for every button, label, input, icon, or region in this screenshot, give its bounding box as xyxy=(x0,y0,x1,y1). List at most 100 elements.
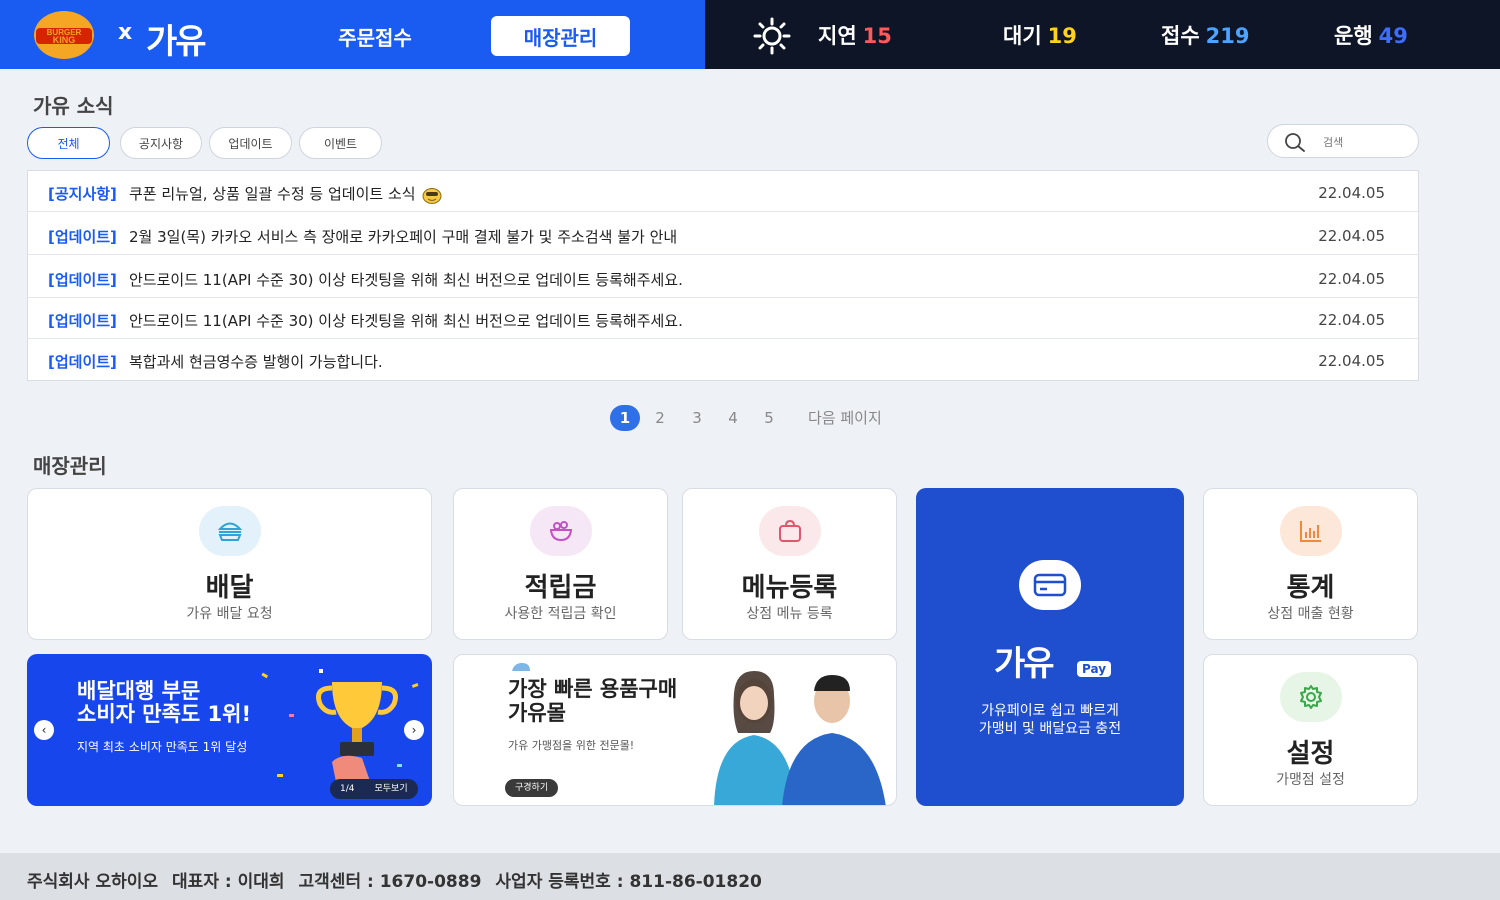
news-item[interactable]: [업데이트] 2월 3일(목) 카카오 서비스 측 장애로 카카오페이 구매 결… xyxy=(28,214,1418,255)
stats-card[interactable]: 통계 상점 매출 현황 xyxy=(1203,488,1418,640)
page-3[interactable]: 3 xyxy=(682,405,712,431)
banner-prev-button[interactable]: ‹ xyxy=(34,720,54,740)
card-title: 배달 xyxy=(205,573,254,603)
gayu-logo: 가유 xyxy=(146,22,207,62)
burger-king-logo: BURGER KING xyxy=(34,11,94,59)
banner-subtitle: 가유 가맹점을 위한 전문몰! xyxy=(508,739,635,752)
filter-notice[interactable]: 공지사항 xyxy=(120,127,202,159)
news-tag: [업데이트] xyxy=(48,228,117,246)
header-brand-area: BURGER KING x 가유 주문접수 매장관리 xyxy=(0,0,705,69)
news-item[interactable]: [업데이트] 안드로이드 11(API 수준 30) 이상 타겟팅을 위해 최신… xyxy=(28,298,1418,339)
footer: 주식회사 오하이오 대표자 : 이대희 고객센터 : 1670-0889 사업자 등록… xyxy=(0,853,1500,900)
banner-next-button[interactable]: › xyxy=(404,720,424,740)
nav-store-tab[interactable]: 매장관리 xyxy=(491,16,630,56)
news-item[interactable]: [업데이트] 복합과세 현금영수증 발행이 가능합니다. 22.04.05 xyxy=(28,339,1418,380)
card-title: 통계 xyxy=(1286,573,1335,603)
page-1[interactable]: 1 xyxy=(610,405,640,431)
view-all-link[interactable]: 모두보기 xyxy=(374,784,407,794)
news-item[interactable]: [공지사항] 쿠폰 리뉴얼, 상품 일괄 수정 등 업데이트 소식 22.04.… xyxy=(28,171,1418,212)
search-box[interactable] xyxy=(1267,124,1419,158)
news-tag: [공지사항] xyxy=(48,185,117,203)
card-title: 메뉴등록 xyxy=(741,573,838,603)
banner-title: 가장 빠른 용품구매 가유몰 xyxy=(508,677,677,725)
pagination: 1 2 3 4 5 다음 페이지 xyxy=(0,405,1500,431)
card-subtitle: 가유 배달 요청 xyxy=(186,606,273,622)
support-phone: 고객센터 : 1670-0889 xyxy=(298,872,482,892)
stat-label: 지연 xyxy=(818,24,857,48)
news-title: 안드로이드 11(API 수준 30) 이상 타겟팅을 위해 최신 버전으로 업… xyxy=(129,312,683,330)
stat-label: 접수 xyxy=(1161,24,1200,48)
stat-value: 49 xyxy=(1378,24,1408,48)
news-date: 22.04.05 xyxy=(1318,311,1385,329)
chart-icon xyxy=(1279,506,1342,556)
card-title: 설정 xyxy=(1286,739,1335,769)
banner-counter[interactable]: 1/4 모두보기 xyxy=(330,779,418,799)
settings-card[interactable]: 설정 가맹점 설정 xyxy=(1203,654,1418,806)
delivery-card[interactable]: 배달 가유 배달 요청 xyxy=(27,488,432,640)
next-page-link[interactable]: 다음 페이지 xyxy=(808,405,882,431)
pay-badge: Pay xyxy=(1077,661,1112,677)
burger-icon xyxy=(198,506,261,556)
menu-card[interactable]: 메뉴등록 상점 메뉴 등록 xyxy=(682,488,897,640)
gayu-pay-card[interactable]: 가유 Pay 가유페이로 쉽고 빠르게 가맹비 및 배달요금 충전 xyxy=(916,488,1184,806)
banner-title-line-2: 소비자 만족도 1위! xyxy=(77,702,252,726)
points-card[interactable]: 적립금 사용한 적립금 확인 xyxy=(453,488,668,640)
banner-title-line-1: 배달대행 부문 xyxy=(77,679,201,703)
banner-page-indicator: 1/4 xyxy=(340,784,355,794)
news-date: 22.04.05 xyxy=(1318,184,1385,202)
stat-label: 운행 xyxy=(1334,24,1373,48)
search-input[interactable] xyxy=(1323,132,1403,152)
news-title: 복합과세 현금영수증 발행이 가능합니다. xyxy=(129,353,383,371)
page-4[interactable]: 4 xyxy=(718,405,748,431)
gear-icon xyxy=(1279,672,1342,722)
browse-button[interactable]: 구경하기 xyxy=(505,779,559,797)
stat-value: 15 xyxy=(862,24,892,48)
news-title: 안드로이드 11(API 수준 30) 이상 타겟팅을 위해 최신 버전으로 업… xyxy=(129,271,683,289)
banner-subtitle: 지역 최초 소비자 만족도 1위 달성 xyxy=(77,740,248,754)
news-title: 쿠폰 리뉴얼, 상품 일괄 수정 등 업데이트 소식 xyxy=(129,183,442,204)
footer-info: 주식회사 오하이오 대표자 : 이대희 고객센터 : 1670-0889 사업자 등록… xyxy=(27,867,776,892)
banner-title-line-1: 가장 빠른 용품구매 xyxy=(508,677,678,701)
promo-banner-mall[interactable]: 가장 빠른 용품구매 가유몰 가유 가맹점을 위한 전문몰! 구경하기 xyxy=(453,654,897,806)
news-date: 22.04.05 xyxy=(1318,227,1385,245)
business-number: 사업자 등록번호 : 811-86-01820 xyxy=(495,872,762,892)
filter-event[interactable]: 이벤트 xyxy=(299,127,382,159)
page-2[interactable]: 2 xyxy=(645,405,675,431)
banner-title: 배달대행 부문 소비자 만족도 1위! xyxy=(77,680,251,726)
search-icon xyxy=(1285,133,1305,152)
store-section-title: 매장관리 xyxy=(33,454,107,478)
gayu-pay-logo: 가유 xyxy=(994,644,1055,684)
svg-text:KING: KING xyxy=(53,35,76,45)
pay-line-1: 가유페이로 쉽고 빠르게 xyxy=(981,703,1119,719)
news-list: [공지사항] 쿠폰 리뉴얼, 상품 일괄 수정 등 업데이트 소식 22.04.… xyxy=(27,170,1419,381)
company-name: 주식회사 오하이오 xyxy=(27,872,159,892)
news-tag: [업데이트] xyxy=(48,312,117,330)
news-title-text: 쿠폰 리뉴얼, 상품 일괄 수정 등 업데이트 소식 xyxy=(129,185,416,203)
staff-photo xyxy=(714,671,886,805)
promo-banner-satisfaction[interactable]: 배달대행 부문 소비자 만족도 1위! 지역 최초 소비자 만족도 1위 달성 … xyxy=(27,654,432,806)
news-date: 22.04.05 xyxy=(1318,270,1385,288)
card-icon xyxy=(1019,560,1081,610)
banner-title-line-2: 가유몰 xyxy=(508,701,566,725)
sun-icon xyxy=(753,17,791,55)
stat-delayed[interactable]: 지연 15 xyxy=(818,20,892,50)
stat-value: 19 xyxy=(1047,24,1077,48)
stat-label: 대기 xyxy=(1003,24,1042,48)
filter-all[interactable]: 전체 xyxy=(27,127,110,159)
stat-waiting[interactable]: 대기 19 xyxy=(1003,20,1077,50)
card-subtitle: 상점 메뉴 등록 xyxy=(746,606,833,622)
card-subtitle: 상점 매출 현황 xyxy=(1267,606,1354,622)
page-5[interactable]: 5 xyxy=(754,405,784,431)
card-subtitle: 가맹점 설정 xyxy=(1276,772,1345,788)
news-tag: [업데이트] xyxy=(48,271,117,289)
nav-order-tab[interactable]: 주문접수 xyxy=(320,16,430,56)
news-tag: [업데이트] xyxy=(48,353,117,371)
filter-update[interactable]: 업데이트 xyxy=(209,127,292,159)
news-title: 2월 3일(목) 카카오 서비스 측 장애로 카카오페이 구매 결제 불가 및 … xyxy=(129,228,678,246)
logo-separator: x xyxy=(118,20,133,45)
pay-description: 가유페이로 쉽고 빠르게 가맹비 및 배달요금 충전 xyxy=(916,702,1184,738)
stat-operating[interactable]: 운행 49 xyxy=(1334,20,1408,50)
stat-received[interactable]: 접수 219 xyxy=(1161,20,1249,50)
top-header: BURGER KING x 가유 주문접수 매장관리 지연 15 대기 19 접수 2… xyxy=(0,0,1500,69)
news-item[interactable]: [업데이트] 안드로이드 11(API 수준 30) 이상 타겟팅을 위해 최신… xyxy=(28,257,1418,298)
